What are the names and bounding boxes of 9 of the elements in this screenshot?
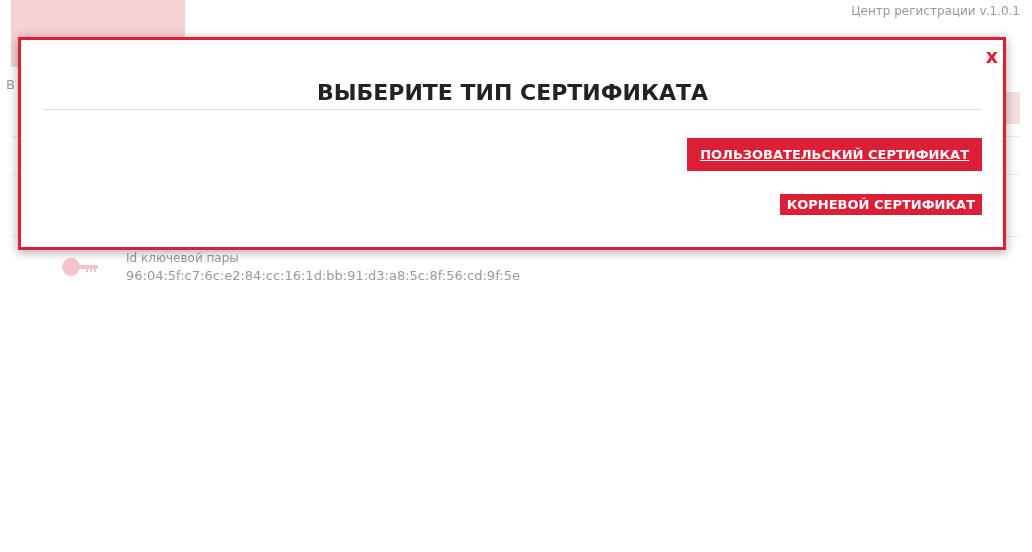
section-label: В xyxy=(6,77,15,92)
close-button[interactable]: x xyxy=(983,46,1000,66)
certificate-type-button[interactable]: КОРНЕВОЙ СЕРТИФИКАТ xyxy=(779,194,982,215)
version-text: Центр регистрации v.1.0.1 xyxy=(851,4,1020,18)
certificate-type-button[interactable]: ПОЛЬЗОВАТЕЛЬСКИЙ СЕРТИФИКАТ xyxy=(687,138,982,171)
key-icon xyxy=(62,257,98,277)
key-pair-label: Id ключевой пары xyxy=(126,251,240,265)
dialog-title: ВЫБЕРИТЕ ТИП СЕРТИФИКАТА xyxy=(43,80,982,110)
key-pair-id: 96:04:5f:c7:6c:e2:84:cc:16:1d:bb:91:d3:a8:5c:8f:56:cd:9f:5e xyxy=(126,268,520,283)
